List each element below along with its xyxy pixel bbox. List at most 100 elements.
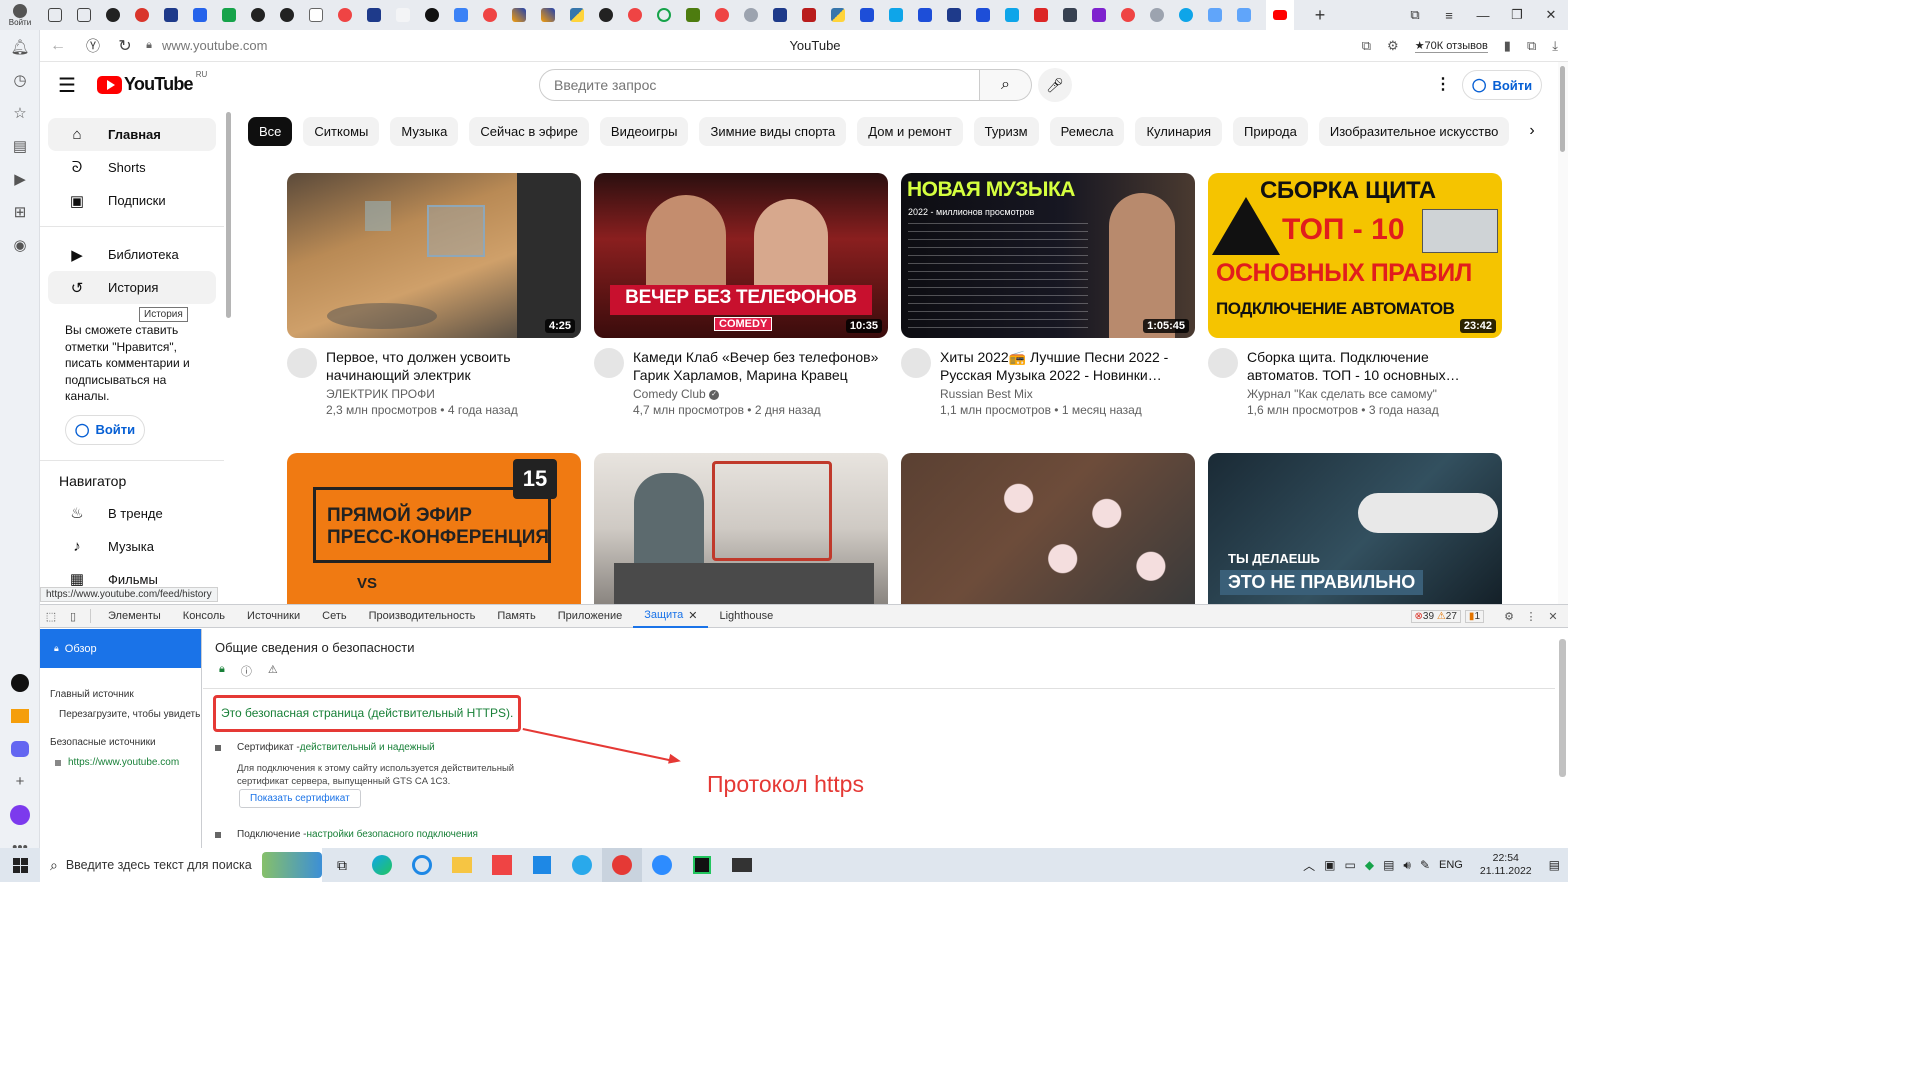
menu-icon[interactable]: ≡ (1432, 8, 1466, 23)
cloud-tab-icon[interactable] (743, 8, 758, 22)
yandex-tab-icon[interactable] (714, 8, 729, 22)
video-thumbnail[interactable]: 4:25 (287, 173, 581, 338)
devtools-scrollbar[interactable] (1559, 639, 1566, 777)
snowflake-tab-icon[interactable] (888, 8, 903, 22)
error-counter[interactable]: ⊗39 ⚠27 (1410, 609, 1461, 623)
downloads-icon[interactable]: ⊞ (0, 195, 40, 228)
video-card[interactable]: ТЫ ДЕЛАЕШЬ ЭТО НЕ ПРАВИЛЬНО (1208, 453, 1502, 604)
chip-6[interactable]: Дом и ремонт (857, 116, 963, 146)
video-title[interactable]: Камеди Клаб «Вечер без телефонов» Гарик … (633, 348, 888, 384)
sidebar-item-history[interactable]: ↺ История (48, 271, 216, 304)
chip-8[interactable]: Ремесла (1049, 116, 1125, 146)
clock[interactable]: 22:54 21.11.2022 (1480, 852, 1532, 878)
bookmark-icon[interactable]: ▮ (1504, 38, 1511, 54)
devtools-tab-application[interactable]: Приложение (547, 610, 634, 622)
chatgpt-tab-icon[interactable] (250, 8, 265, 22)
tabs-menu-icon[interactable]: ⧉ (1398, 7, 1432, 23)
sidebar-scrollbar[interactable] (226, 112, 231, 318)
voice-search-button[interactable]: 🎤︎ (1038, 68, 1072, 102)
devtools-tab-performance[interactable]: Производительность (358, 610, 487, 622)
channel-avatar[interactable] (901, 348, 931, 378)
email-tab-icon[interactable] (192, 8, 207, 22)
home-tab-icon[interactable] (47, 8, 62, 22)
sidebar-item-music[interactable]: ♪ Музыка (48, 530, 216, 563)
yandex-tab-icon[interactable] (482, 8, 497, 22)
video-title[interactable]: Хиты 2022📻 Лучшие Песни 2022 - Русская М… (940, 348, 1195, 384)
php-tab-icon[interactable] (772, 8, 787, 22)
github-tab-icon[interactable] (424, 8, 439, 22)
color-tab-icon[interactable] (540, 8, 555, 22)
devtools-tab-elements[interactable]: Элементы (97, 610, 172, 622)
collections-bar-icon[interactable]: ⧉ (1527, 38, 1536, 54)
devtools-settings-icon[interactable]: ⚙ (1498, 610, 1520, 623)
video-card[interactable]: НОВАЯ МУЗЫКА 2022 - миллионов просмотров… (901, 173, 1195, 417)
start-button[interactable] (0, 848, 40, 882)
hamburger-icon[interactable]: ☰ (58, 73, 76, 98)
close-button[interactable]: ✕ (1534, 7, 1568, 23)
terminal-icon[interactable] (722, 848, 762, 882)
channel-name[interactable]: Comedy Club ✓ (633, 387, 888, 401)
tray-chevron-icon[interactable]: ︿ (1303, 857, 1315, 874)
youtube-logo[interactable]: YouTube RU (97, 70, 207, 95)
inspect-icon[interactable]: ⬚ (40, 610, 62, 623)
extension-icon[interactable]: ⚙ (1387, 38, 1399, 54)
zoom-icon[interactable] (642, 848, 682, 882)
yandex-home-icon[interactable]: Ⓨ (76, 36, 110, 56)
devtools-tab-sources[interactable]: Источники (236, 610, 311, 622)
video-title[interactable]: Сборка щита. Подключение автоматов. ТОП … (1247, 348, 1502, 384)
search-button[interactable]: ⌕ (980, 69, 1032, 101)
sidebar-item-home[interactable]: ⌂ Главная (48, 118, 216, 151)
chip-2[interactable]: Музыка (390, 116, 459, 146)
gray-tab-icon[interactable] (1149, 8, 1164, 22)
doc-tab-icon[interactable] (1236, 8, 1251, 22)
php-tab-icon[interactable] (946, 8, 961, 22)
video-thumbnail[interactable] (901, 453, 1195, 604)
bookmarks-icon[interactable]: ☆ (0, 96, 40, 129)
circle-tab-icon[interactable] (656, 8, 671, 22)
php-tab-icon[interactable] (366, 8, 381, 22)
video-card[interactable] (901, 453, 1195, 604)
edge-tab-icon[interactable] (1178, 8, 1193, 22)
history-rail-icon[interactable]: ◷ (0, 63, 40, 96)
sidebar-item-subscriptions[interactable]: ▣ Подписки (48, 184, 216, 217)
channel-name[interactable]: Russian Best Mix (940, 387, 1195, 401)
youtube-tab-active[interactable] (1266, 0, 1294, 30)
video-thumbnail[interactable]: ТЫ ДЕЛАЕШЬ ЭТО НЕ ПРАВИЛЬНО (1208, 453, 1502, 604)
ie-icon[interactable] (402, 848, 442, 882)
video-card[interactable]: ПРЯМОЙ ЭФИР ПРЕСС-КОНФЕРЕНЦИЯ 15 VS (287, 453, 581, 604)
download-icon[interactable]: ⤓ (1552, 38, 1558, 54)
volume-icon[interactable]: 🔊︎ (1403, 858, 1411, 873)
tray-app-icon[interactable]: ▣ (1324, 858, 1335, 872)
yandex-tab-icon[interactable] (337, 8, 352, 22)
messenger-icon[interactable] (0, 732, 40, 765)
close-tab-icon[interactable]: ✕ (688, 609, 697, 622)
scrollbar-thumb[interactable] (1560, 66, 1565, 152)
video-card[interactable]: ВЕЧЕР БЕЗ ТЕЛЕФОНОВ COMEDY 10:35 Камеди … (594, 173, 888, 417)
snowflake-tab-icon[interactable] (1004, 8, 1019, 22)
php-tab-icon[interactable] (163, 8, 178, 22)
devtools-tab-memory[interactable]: Память (486, 610, 546, 622)
notification-center-icon[interactable]: ▤ (1549, 858, 1560, 872)
blue-tab-icon[interactable] (917, 8, 932, 22)
blank-tab-icon[interactable] (395, 8, 410, 22)
add-panel-icon[interactable]: + (0, 765, 40, 798)
back-icon[interactable]: ← (40, 37, 76, 55)
reload-icon[interactable]: ↻ (110, 36, 140, 56)
chips-next-icon[interactable]: › (1512, 116, 1552, 146)
network-icon[interactable]: ▤ (1383, 858, 1394, 872)
yandex-app-icon[interactable] (482, 848, 522, 882)
channel-avatar[interactable] (594, 348, 624, 378)
sidebar-item-library[interactable]: ▶ Библиотека (48, 238, 216, 271)
overview-item[interactable]: 🔒︎ Обзор (40, 629, 201, 668)
settings-more-icon[interactable]: ⋮ (1435, 74, 1451, 94)
vscode-icon[interactable] (522, 848, 562, 882)
pen-icon[interactable]: ✎ (1420, 858, 1430, 872)
profile-avatar[interactable]: Войти (0, 0, 40, 30)
mail-icon[interactable] (0, 699, 40, 732)
sidebar-item-trending[interactable]: ♨ В тренде (48, 497, 216, 530)
search-input[interactable] (539, 69, 980, 101)
sidebar-item-shorts[interactable]: ᘐ Shorts (48, 151, 216, 184)
chip-5[interactable]: Зимние виды спорта (699, 116, 847, 146)
color-tab-icon[interactable] (511, 8, 526, 22)
maximize-button[interactable]: ❐ (1500, 7, 1534, 23)
